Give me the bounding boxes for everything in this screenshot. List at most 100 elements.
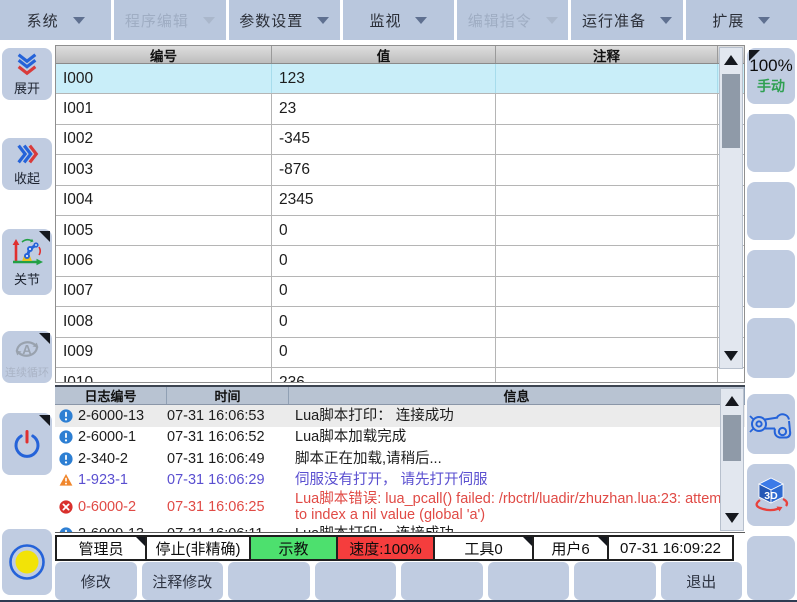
log-scrollbar[interactable] bbox=[720, 388, 744, 531]
status-tool[interactable]: 工具0 bbox=[433, 535, 534, 561]
log-message-cell: Lua脚本加载完成 bbox=[289, 429, 745, 445]
log-row[interactable]: 2-6000-13 07-31 16:06:11 Lua脚本打印： 连接成功 bbox=[55, 523, 745, 533]
log-row[interactable]: 2-340-2 07-31 16:06:49 脚本正在加载,请稍后... bbox=[55, 448, 745, 470]
status-speed-label: 速度:100% bbox=[349, 538, 422, 559]
log-code-cell: 2-6000-1 bbox=[78, 429, 136, 445]
var-id-cell: I004 bbox=[56, 186, 272, 215]
table-row[interactable]: I009 0 bbox=[56, 338, 744, 368]
servo-power-button[interactable] bbox=[2, 413, 52, 475]
log-time-cell: 07-31 16:06:25 bbox=[167, 499, 289, 515]
chevron-down-icon bbox=[415, 17, 427, 24]
var-value-cell: 0 bbox=[272, 246, 496, 275]
teach-pendant-screen: 系统 程序编辑 参数设置 监视 编辑指令 运行准备 扩展 bbox=[0, 0, 797, 602]
log-row[interactable]: 2-6000-13 07-31 16:06:53 Lua脚本打印： 连接成功 bbox=[55, 405, 745, 427]
log-code-cell: 2-6000-13 bbox=[78, 408, 144, 424]
log-row[interactable]: 1-923-1 07-31 16:06:29 伺服没有打开， 请先打开伺服 bbox=[55, 470, 745, 492]
table-row[interactable]: I007 0 bbox=[56, 277, 744, 307]
var-table-scrollbar[interactable] bbox=[719, 47, 743, 369]
status-user-frame[interactable]: 用户6 bbox=[532, 535, 609, 561]
table-row[interactable]: I006 0 bbox=[56, 246, 744, 276]
menu-item-extension[interactable]: 扩展 bbox=[686, 0, 797, 40]
chevrons-down-icon bbox=[14, 51, 40, 77]
var-id-cell: I007 bbox=[56, 277, 272, 306]
var-value-cell: 0 bbox=[272, 277, 496, 306]
var-comment-cell bbox=[496, 186, 718, 215]
menu-item-label: 扩展 bbox=[712, 10, 744, 31]
var-value-cell: 236 bbox=[272, 368, 496, 383]
status-role[interactable]: 管理员 bbox=[55, 535, 147, 561]
warning-icon bbox=[59, 473, 73, 487]
menu-item-monitor[interactable]: 监视 bbox=[343, 0, 454, 40]
servo-status-lamp[interactable] bbox=[2, 529, 52, 595]
var-value-cell: 23 bbox=[272, 94, 496, 123]
status-bar: 管理员 停止(非精确) 示教 速度:100% 工具0 用户6 07-31 16:… bbox=[55, 535, 742, 561]
table-row[interactable]: I003 -876 bbox=[56, 155, 744, 185]
empty-function-button[interactable] bbox=[228, 562, 310, 600]
empty-function-button[interactable] bbox=[315, 562, 397, 600]
var-id-cell: I002 bbox=[56, 125, 272, 154]
menu-item-label: 系统 bbox=[27, 10, 59, 31]
table-row[interactable]: I010 236 bbox=[56, 368, 744, 383]
menu-item-parameter-settings[interactable]: 参数设置 bbox=[229, 0, 340, 40]
empty-side-button[interactable] bbox=[747, 318, 795, 378]
menu-item-label: 编辑指令 bbox=[468, 10, 532, 31]
scroll-up-icon[interactable] bbox=[724, 55, 738, 65]
log-code-cell: 0-6000-2 bbox=[78, 499, 136, 515]
info-icon bbox=[59, 409, 73, 423]
chevron-down-icon bbox=[546, 17, 558, 24]
corner-flag-icon bbox=[39, 333, 50, 344]
exit-button[interactable]: 退出 bbox=[661, 562, 743, 600]
table-row[interactable]: I000 123 bbox=[56, 64, 744, 94]
chevron-down-icon bbox=[660, 17, 672, 24]
scroll-up-icon[interactable] bbox=[725, 396, 739, 406]
empty-side-button[interactable] bbox=[747, 114, 795, 172]
status-run-state-label: 停止(非精确) bbox=[156, 538, 241, 559]
comment-modify-button[interactable]: 注释修改 bbox=[142, 562, 224, 600]
table-row[interactable]: I001 23 bbox=[56, 94, 744, 124]
status-datetime: 07-31 16:09:22 bbox=[607, 535, 734, 561]
log-code-cell: 2-6000-13 bbox=[78, 526, 144, 533]
corner-flag-icon bbox=[136, 537, 145, 546]
chevrons-right-icon bbox=[14, 141, 40, 167]
joint-coordinate-button[interactable]: 关节 bbox=[2, 229, 52, 295]
menu-item-run-prepare[interactable]: 运行准备 bbox=[571, 0, 682, 40]
scroll-thumb[interactable] bbox=[722, 74, 740, 148]
log-message-cell: 脚本正在加载,请稍后... bbox=[289, 451, 745, 467]
chevron-down-icon bbox=[73, 17, 85, 24]
chevron-down-icon bbox=[203, 17, 215, 24]
log-code-cell: 1-923-1 bbox=[78, 472, 128, 488]
empty-function-button[interactable] bbox=[574, 562, 656, 600]
empty-side-button[interactable] bbox=[747, 250, 795, 308]
menu-item-system[interactable]: 系统 bbox=[0, 0, 111, 40]
log-message-cell: Lua脚本打印： 连接成功 bbox=[289, 408, 745, 424]
view-3d-button[interactable]: 3D bbox=[747, 464, 795, 526]
collapse-label: 收起 bbox=[14, 168, 40, 187]
scroll-thumb[interactable] bbox=[723, 415, 741, 461]
var-comment-cell bbox=[496, 368, 718, 383]
scroll-down-icon[interactable] bbox=[725, 513, 739, 523]
var-comment-cell bbox=[496, 338, 718, 367]
modify-button[interactable]: 修改 bbox=[55, 562, 137, 600]
speed-mode-button[interactable]: 100% 手动 bbox=[747, 48, 795, 104]
log-row[interactable]: 0-6000-2 07-31 16:06:25 Lua脚本错误: lua_pca… bbox=[55, 491, 745, 523]
empty-side-button[interactable] bbox=[747, 182, 795, 240]
teach-tool-button[interactable] bbox=[747, 394, 795, 454]
menu-item-edit-instruction: 编辑指令 bbox=[457, 0, 568, 40]
empty-function-button[interactable] bbox=[401, 562, 483, 600]
var-value-cell: 123 bbox=[272, 64, 496, 93]
info-icon bbox=[59, 452, 73, 466]
menu-bar: 系统 程序编辑 参数设置 监视 编辑指令 运行准备 扩展 bbox=[0, 0, 797, 40]
table-row[interactable]: I002 -345 bbox=[56, 125, 744, 155]
collapse-button[interactable]: 收起 bbox=[2, 138, 52, 190]
table-row[interactable]: I008 0 bbox=[56, 307, 744, 337]
table-row[interactable]: I004 2345 bbox=[56, 186, 744, 216]
continuous-cycle-button: A 连续循环 bbox=[2, 331, 52, 383]
empty-function-button[interactable] bbox=[488, 562, 570, 600]
scroll-down-icon[interactable] bbox=[724, 351, 738, 361]
log-row[interactable]: 2-6000-1 07-31 16:06:52 Lua脚本加载完成 bbox=[55, 427, 745, 449]
var-comment-cell bbox=[496, 216, 718, 245]
cycle-label: 连续循环 bbox=[5, 364, 49, 380]
empty-side-button[interactable] bbox=[747, 536, 795, 600]
expand-button[interactable]: 展开 bbox=[2, 48, 52, 100]
table-row[interactable]: I005 0 bbox=[56, 216, 744, 246]
